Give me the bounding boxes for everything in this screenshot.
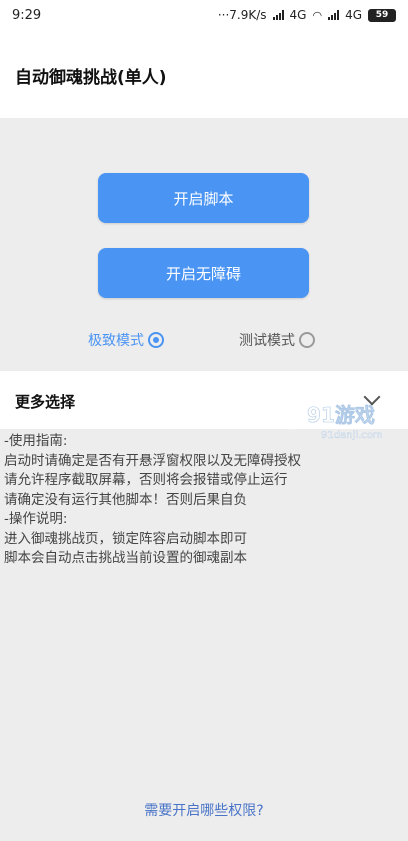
network-type-2: 4G — [345, 8, 362, 22]
wifi-icon: ◠ — [312, 8, 323, 22]
extreme-mode-radio[interactable]: 极致模式 — [88, 330, 164, 350]
watermark-site: 91danji.com — [321, 430, 383, 441]
radio-unchecked-icon — [299, 332, 315, 348]
page-title: 自动御魂挑战(单人) — [15, 68, 167, 88]
watermark-logo: 91游戏 91danji.com — [275, 394, 383, 441]
more-options-label: 更多选择 — [15, 393, 76, 411]
guide-line: 启动时请确定是否有开悬浮窗权限以及无障碍授权 — [4, 452, 301, 469]
guide-line: 请允许程序截取屏幕，否则将会报错或停止运行 — [4, 472, 288, 488]
permissions-link[interactable]: 需要开启哪些权限? — [0, 800, 408, 820]
guide-line: -操作说明: — [4, 511, 68, 527]
guide-line: 进入御魂挑战页，锁定阵容启动脚本即可 — [4, 530, 247, 547]
status-bar: 9:29 ···7.9K/s 4G ◠ 4G 59 — [0, 0, 408, 30]
test-mode-label: 测试模式 — [239, 333, 295, 349]
watermark-brand: 91游戏 — [307, 403, 375, 427]
status-indicators: ···7.9K/s 4G ◠ 4G 59 — [218, 8, 396, 22]
enable-accessibility-button[interactable]: 开启无障碍 — [98, 248, 309, 298]
network-type-1: 4G — [289, 8, 307, 22]
status-time: 9:29 — [12, 7, 42, 23]
guide-text: -使用指南: 启动时请确定是否有开悬浮窗权限以及无障碍授权 请允许程序截取屏幕，… — [4, 432, 404, 569]
app-bar: 自动御魂挑战(单人) — [0, 30, 408, 118]
radio-checked-icon — [148, 332, 164, 348]
guide-line: 请确定没有运行其他脚本！否则后果自负 — [4, 491, 247, 508]
extreme-mode-label: 极致模式 — [88, 333, 144, 349]
test-mode-radio[interactable]: 测试模式 — [239, 330, 315, 350]
mode-selector: 极致模式 测试模式 — [0, 330, 408, 360]
signal-icon-2 — [328, 10, 340, 20]
signal-icon — [272, 10, 284, 20]
battery-icon: 59 — [368, 8, 396, 22]
guide-line: 脚本会自动点击挑战当前设置的御魂副本 — [4, 550, 247, 566]
network-speed: ···7.9K/s — [217, 8, 267, 22]
start-script-button[interactable]: 开启脚本 — [98, 173, 309, 223]
